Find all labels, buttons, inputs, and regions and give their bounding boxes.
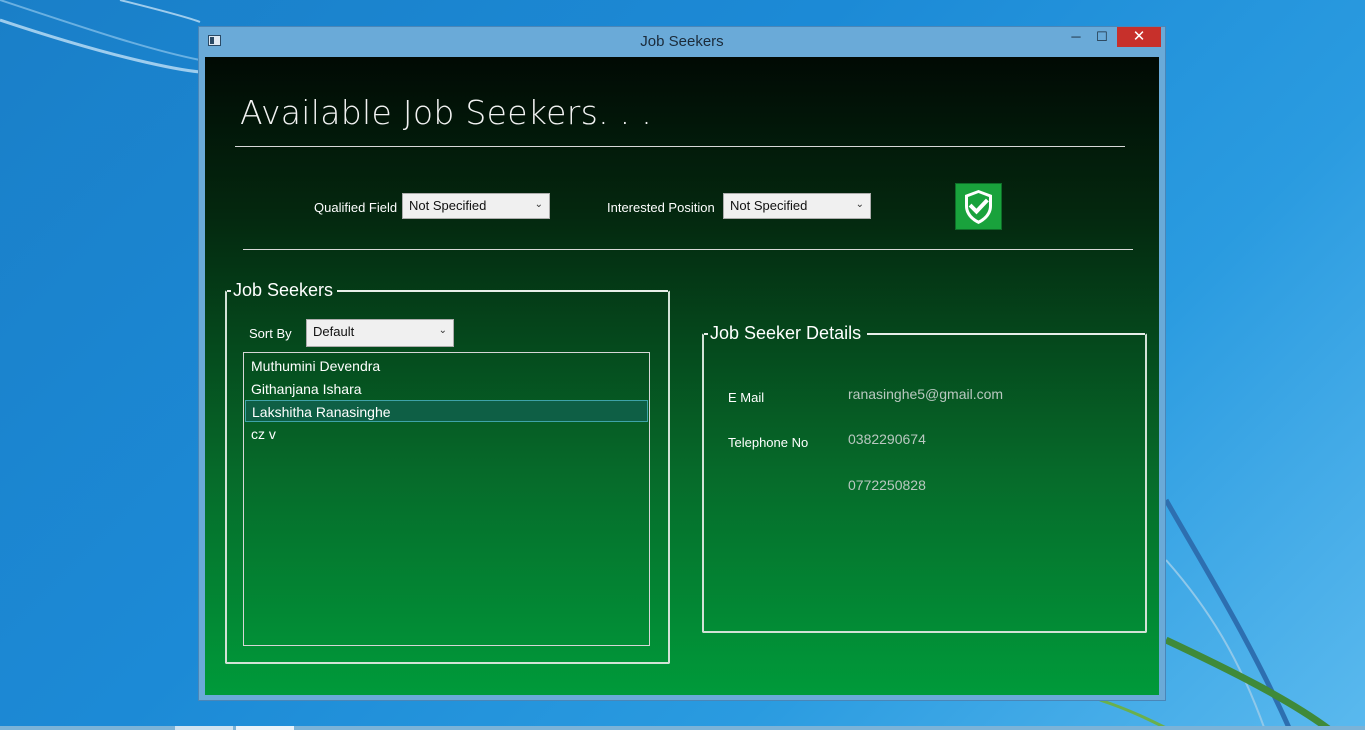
list-item[interactable]: Muthumini Devendra	[245, 355, 648, 377]
close-button[interactable]: ✕	[1117, 27, 1161, 47]
job-seekers-group-title: Job Seekers	[233, 280, 334, 300]
list-item[interactable]: cz v	[245, 423, 648, 445]
chevron-down-icon: ⌄	[438, 325, 447, 336]
telephone-label: Telephone No	[728, 435, 809, 450]
telephone-value-2: 0772250828	[848, 477, 926, 493]
minimize-button[interactable]: ─	[1065, 27, 1087, 47]
taskbar-item[interactable]	[175, 726, 233, 730]
maximize-button[interactable]: ☐	[1091, 27, 1113, 47]
page-title: Available Job Seekers. . .	[240, 93, 653, 132]
window-title: Job Seekers	[640, 33, 724, 50]
taskbar	[0, 726, 1365, 730]
telephone-value-1: 0382290674	[848, 431, 926, 447]
shield-check-icon	[965, 190, 992, 224]
title-bar[interactable]: Job Seekers ─ ☐ ✕	[199, 27, 1165, 57]
divider	[243, 249, 1133, 250]
list-item[interactable]: Githanjana Ishara	[245, 378, 648, 400]
qualified-field-value: Not Specified	[409, 198, 487, 213]
qualified-field-select[interactable]: Not Specified ⌄	[402, 193, 550, 219]
taskbar-item[interactable]	[236, 726, 294, 730]
interested-position-select[interactable]: Not Specified ⌄	[723, 193, 871, 219]
job-seekers-window: Job Seekers ─ ☐ ✕ Available Job Seekers.…	[198, 26, 1166, 701]
qualified-field-label: Qualified Field	[314, 200, 398, 215]
email-value: ranasinghe5@gmail.com	[848, 386, 1004, 402]
client-area: Available Job Seekers. . . Qualified Fie…	[205, 57, 1159, 695]
interested-position-value: Not Specified	[730, 198, 808, 213]
divider	[235, 146, 1125, 147]
sort-by-label: Sort By	[249, 326, 292, 341]
chevron-down-icon: ⌄	[855, 199, 864, 210]
email-label: E Mail	[728, 390, 765, 405]
sort-by-select[interactable]: Default ⌄	[306, 319, 454, 347]
job-seeker-details-group-title: Job Seeker Details	[710, 323, 862, 343]
job-seekers-list[interactable]: Muthumini Devendra Githanjana Ishara Lak…	[243, 352, 650, 646]
apply-filter-button[interactable]	[955, 183, 1002, 230]
interested-position-label: Interested Position	[607, 200, 715, 215]
sort-by-value: Default	[313, 324, 355, 339]
chevron-down-icon: ⌄	[534, 199, 543, 210]
list-item-selected[interactable]: Lakshitha Ranasinghe	[245, 400, 648, 422]
